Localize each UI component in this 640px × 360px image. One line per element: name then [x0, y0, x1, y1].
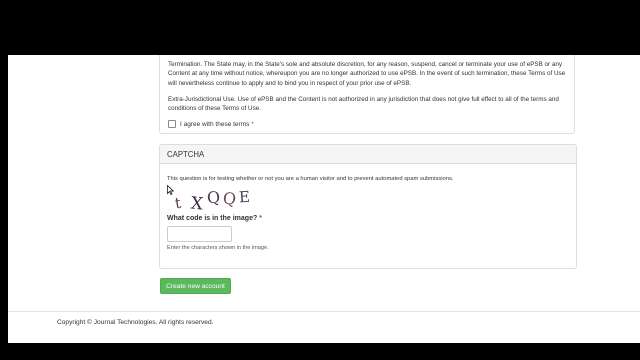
captcha-panel: CAPTCHA This question is for testing whe…: [159, 144, 577, 269]
captcha-description: This question is for testing whether or …: [167, 176, 454, 182]
footer-copyright: Copyright © Journal Technologies. All ri…: [57, 319, 214, 326]
footer-divider: [8, 311, 640, 312]
captcha-char: t: [174, 194, 182, 213]
captcha-question-label: What code is in the image? *: [167, 215, 262, 222]
agree-terms-row[interactable]: I agree with these terms *: [168, 119, 254, 129]
captcha-char: X: [190, 193, 205, 213]
captcha-image: t X Q Q E: [174, 189, 251, 213]
termination-paragraph: Termination. The State may, in the State…: [168, 61, 566, 87]
create-account-button[interactable]: Create new account: [160, 278, 231, 294]
captcha-heading: CAPTCHA: [160, 145, 576, 164]
captcha-help-text: Enter the characters shown in the image.: [167, 245, 269, 251]
agree-terms-checkbox[interactable]: [168, 120, 176, 128]
terms-of-use-panel: Termination. The State may, in the State…: [159, 55, 575, 134]
registration-page: Termination. The State may, in the State…: [8, 55, 640, 343]
extra-jurisdictional-paragraph: Extra-Jurisdictional Use. Use of ePSB an…: [168, 96, 559, 113]
required-mark: *: [259, 215, 262, 222]
captcha-char: E: [238, 189, 250, 206]
captcha-answer-input[interactable]: [167, 226, 232, 242]
captcha-char: Q: [222, 189, 238, 209]
captcha-char: Q: [206, 189, 221, 207]
required-mark: *: [251, 120, 254, 128]
agree-terms-label[interactable]: I agree with these terms *: [180, 121, 254, 128]
